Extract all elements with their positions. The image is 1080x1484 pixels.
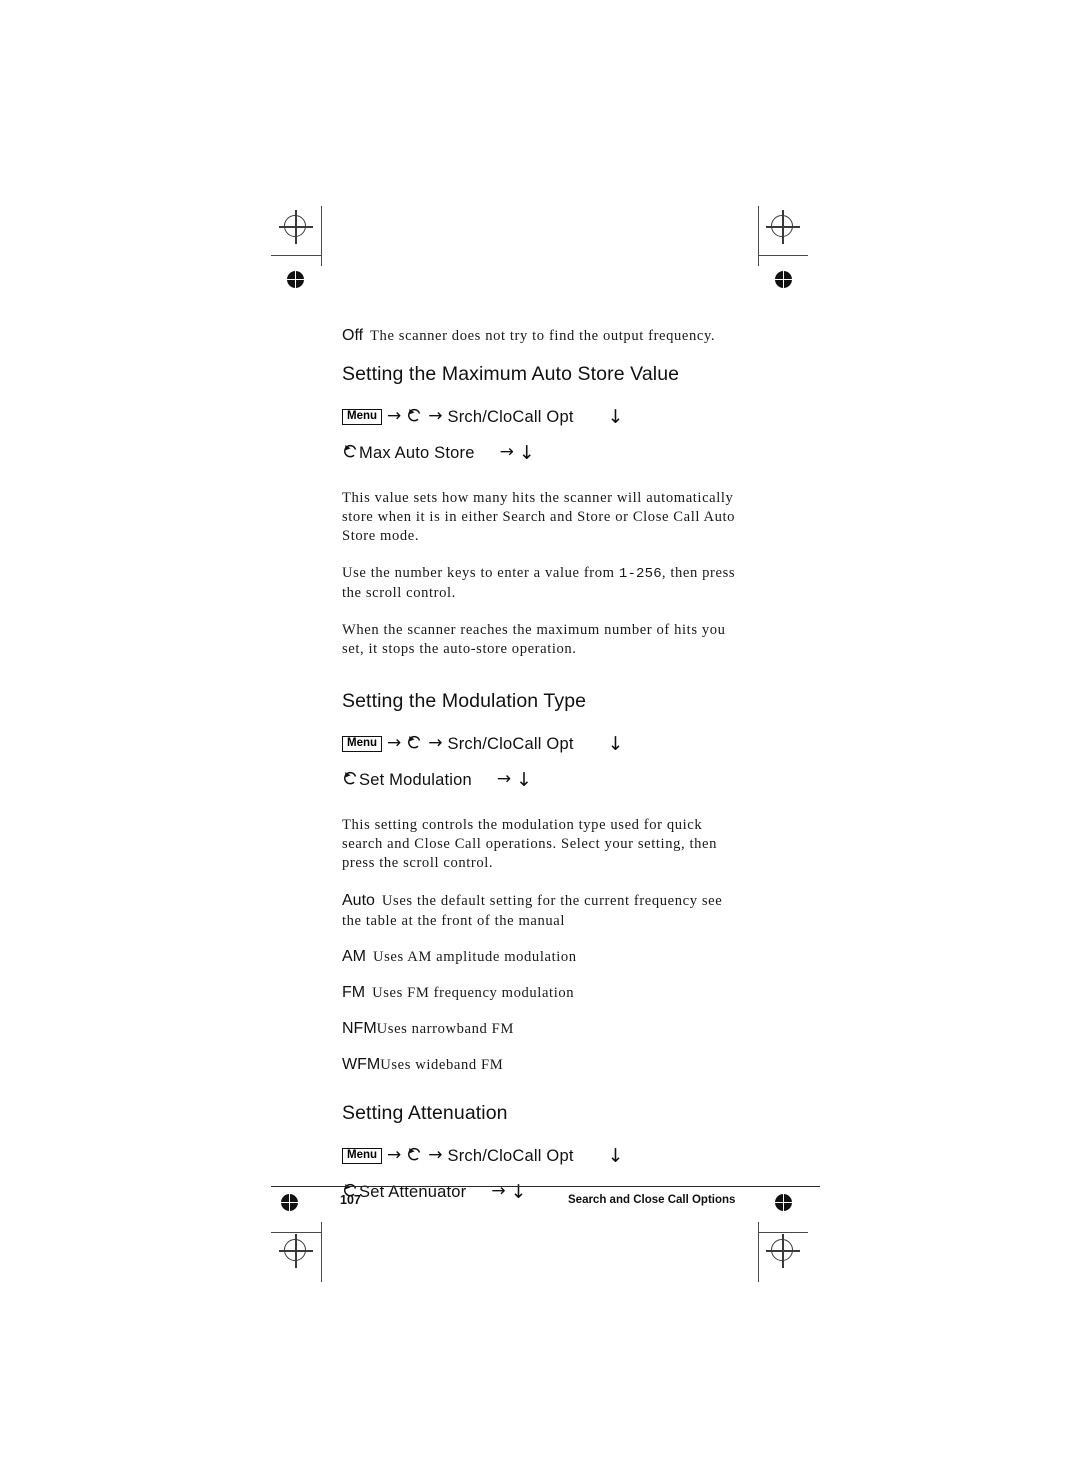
arrow-down-icon: ↓ xyxy=(607,1145,624,1167)
page-content: Off The scanner does not try to find the … xyxy=(342,326,742,1212)
registration-target-bottom-right xyxy=(766,1234,800,1268)
definition-off: Off The scanner does not try to find the … xyxy=(342,326,742,346)
crop-mark-left-vertical-bottom xyxy=(321,1222,323,1282)
definition-auto: Auto Uses the default setting for the cur… xyxy=(342,891,742,931)
crop-mark-top-right-horizontal xyxy=(758,255,808,257)
crop-mark-bottom-right-horizontal xyxy=(758,1232,808,1234)
arrow-right-icon: → xyxy=(499,442,514,462)
definition-nfm: NFMUses narrowband FM xyxy=(342,1019,742,1039)
definition-fm-description: Uses FM frequency modulation xyxy=(372,985,575,1001)
footer-section-title: Search and Close Call Options xyxy=(568,1194,736,1206)
menu-path-attenuation-line1: Menu → → Srch/CloCall Opt ↓ xyxy=(342,1140,742,1172)
crop-mark-right-vertical-bottom xyxy=(758,1222,760,1282)
menu-path-label-set-modulation[interactable]: Set Modulation xyxy=(359,771,472,789)
arrow-right-icon: → xyxy=(387,406,402,426)
page-number: 107 xyxy=(340,1193,361,1207)
menu-path-label-srch-clocall-opt[interactable]: Srch/CloCall Opt xyxy=(448,735,574,753)
crop-mark-left-vertical xyxy=(321,206,323,266)
registration-target-top-right xyxy=(766,210,800,244)
paragraph-modulation-1: This setting controls the modulation typ… xyxy=(342,817,718,871)
menu-path-label-srch-clocall-opt[interactable]: Srch/CloCall Opt xyxy=(448,408,574,426)
heading-attenuation: Setting Attenuation xyxy=(342,1102,508,1124)
menu-key-icon[interactable]: Menu xyxy=(342,1148,383,1164)
scroll-control-icon xyxy=(406,406,423,425)
menu-path-modulation-line1: Menu → → Srch/CloCall Opt ↓ xyxy=(342,728,742,760)
arrow-down-icon: ↓ xyxy=(518,442,535,464)
definition-fm-term: FM xyxy=(342,984,366,1001)
registration-dot-bottom-left xyxy=(280,1193,299,1212)
heading-modulation-type: Setting the Modulation Type xyxy=(342,690,587,712)
registration-target-bottom-left xyxy=(279,1234,313,1268)
scroll-control-icon xyxy=(342,442,359,461)
arrow-right-icon: → xyxy=(428,406,443,426)
registration-target-top-left xyxy=(279,210,313,244)
arrow-down-icon: ↓ xyxy=(607,406,624,428)
paragraph-max-auto-store-3: When the scanner reaches the maximum num… xyxy=(342,622,726,657)
definition-auto-term: Auto xyxy=(342,892,375,909)
menu-key-icon[interactable]: Menu xyxy=(342,736,383,752)
definition-fm: FM Uses FM frequency modulation xyxy=(342,983,742,1003)
footer-divider xyxy=(271,1186,820,1187)
arrow-down-icon: ↓ xyxy=(516,769,533,791)
arrow-right-icon: → xyxy=(428,1145,443,1165)
definition-nfm-description: Uses narrowband FM xyxy=(376,1021,514,1037)
value-range: 1-256 xyxy=(618,566,662,582)
scroll-control-icon xyxy=(406,733,423,752)
registration-dot-top-left xyxy=(286,270,305,289)
arrow-down-icon: ↓ xyxy=(510,1181,527,1203)
definition-am: AM Uses AM amplitude modulation xyxy=(342,947,742,967)
scroll-control-icon xyxy=(342,769,359,788)
definition-auto-description: Uses the default setting for the current… xyxy=(342,893,723,929)
registration-dot-bottom-right xyxy=(774,1193,793,1212)
definition-off-description: The scanner does not try to find the out… xyxy=(370,328,716,344)
crop-mark-top-left-horizontal xyxy=(271,255,321,257)
definition-wfm-description: Uses wideband FM xyxy=(380,1057,504,1073)
definition-wfm-term: WFM xyxy=(342,1056,381,1073)
arrow-right-icon: → xyxy=(387,1145,402,1165)
arrow-down-icon: ↓ xyxy=(607,733,624,755)
definition-am-term: AM xyxy=(342,948,366,965)
menu-path-max-auto-store-line1: Menu → → Srch/CloCall Opt ↓ xyxy=(342,401,742,433)
definition-nfm-term: NFM xyxy=(342,1020,377,1037)
definition-am-description: Uses AM amplitude modulation xyxy=(373,949,577,965)
paragraph-text-part-a: Use the number keys to enter a value fro… xyxy=(342,565,619,581)
arrow-right-icon: → xyxy=(387,733,402,753)
crop-mark-bottom-left-horizontal xyxy=(271,1232,321,1234)
scroll-control-icon xyxy=(406,1145,423,1164)
crop-mark-right-vertical xyxy=(758,206,760,266)
menu-path-label-srch-clocall-opt[interactable]: Srch/CloCall Opt xyxy=(448,1147,574,1165)
paragraph-max-auto-store-2: Use the number keys to enter a value fro… xyxy=(342,564,742,603)
menu-path-modulation-line2: Set Modulation → ↓ xyxy=(342,764,742,796)
arrow-right-icon: → xyxy=(428,733,443,753)
definition-off-term: Off xyxy=(342,327,364,344)
menu-key-icon[interactable]: Menu xyxy=(342,409,383,425)
menu-path-max-auto-store-line2: Max Auto Store → ↓ xyxy=(342,437,742,469)
paragraph-max-auto-store-1: This value sets how many hits the scanne… xyxy=(342,490,736,544)
arrow-right-icon: → xyxy=(496,769,512,789)
definition-wfm: WFMUses wideband FM xyxy=(342,1055,742,1075)
heading-max-auto-store: Setting the Maximum Auto Store Value xyxy=(342,363,680,385)
arrow-right-icon: → xyxy=(491,1181,506,1201)
menu-path-label-max-auto-store[interactable]: Max Auto Store xyxy=(359,444,475,462)
registration-dot-top-right xyxy=(774,270,793,289)
